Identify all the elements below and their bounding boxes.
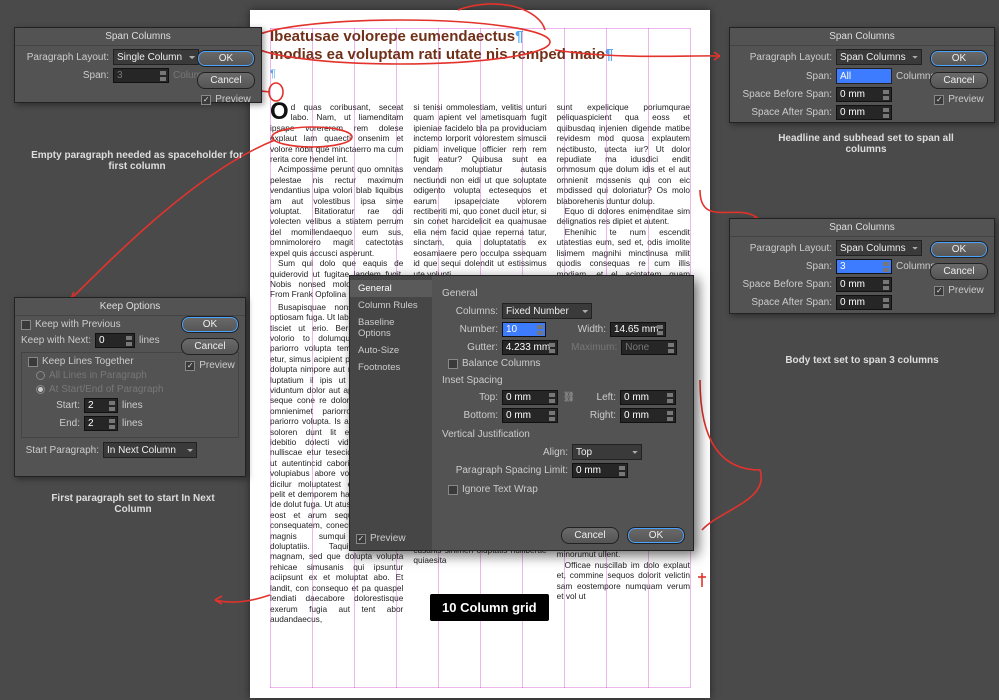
space-before-input[interactable]: 0 mm	[836, 87, 892, 102]
caption-2: First paragraph set to start In Next Col…	[38, 493, 228, 515]
panel-title: Span Columns	[730, 28, 994, 46]
columns-type-select[interactable]: Fixed Number	[502, 303, 592, 319]
tab-column-rules[interactable]: Column Rules	[350, 297, 432, 314]
caption-4: Body text set to span 3 columns	[777, 355, 947, 366]
start-paragraph-select[interactable]: In Next Column	[103, 442, 197, 458]
link-icon[interactable]: ⛓	[562, 392, 576, 403]
cancel-button[interactable]: Cancel	[930, 72, 988, 89]
para-spacing-input: 0 mm	[572, 463, 628, 478]
ok-button[interactable]: OK	[181, 316, 239, 333]
span-input[interactable]: 3	[836, 259, 892, 274]
ignore-wrap-checkbox[interactable]: Ignore Text Wrap	[448, 484, 538, 495]
annotation-label: 10 Column grid	[430, 594, 549, 621]
keep-options-panel[interactable]: Keep Options Keep with Previous Keep wit…	[14, 297, 246, 477]
panel-title: Span Columns	[15, 28, 261, 46]
paragraph-layout-label: Paragraph Layout:	[21, 52, 109, 63]
column-number-input[interactable]: 10	[502, 322, 546, 337]
align-select[interactable]: Top	[572, 444, 642, 460]
cancel-button[interactable]: Cancel	[561, 527, 619, 544]
space-before-input[interactable]: 0 mm	[836, 277, 892, 292]
tab-autosize[interactable]: Auto-Size	[350, 342, 432, 359]
paragraph-layout-select[interactable]: Span Columns	[836, 49, 922, 65]
gutter-input[interactable]: 4.233 mm	[502, 340, 558, 355]
span-columns-panel-3[interactable]: Span Columns Paragraph Layout:Span Colum…	[729, 218, 995, 314]
options-tab-list[interactable]: General Column Rules Baseline Options Au…	[350, 276, 432, 550]
space-after-input[interactable]: 0 mm	[836, 105, 892, 120]
caption-1: Empty paragraph needed as spaceholder fo…	[22, 150, 252, 172]
tab-general[interactable]: General	[350, 280, 432, 297]
preview-checkbox[interactable]: Preview	[185, 360, 235, 371]
ok-button[interactable]: OK	[930, 50, 988, 67]
span-value: 3	[113, 68, 169, 83]
section-heading: General	[442, 288, 683, 299]
cancel-button[interactable]: Cancel	[197, 72, 255, 89]
column-width-input[interactable]: 14.65 mm	[610, 322, 666, 337]
inset-left-input[interactable]: 0 mm	[620, 390, 676, 405]
ok-button[interactable]: OK	[627, 527, 685, 544]
preview-checkbox[interactable]: Preview	[356, 533, 406, 544]
span-select[interactable]: All	[836, 68, 892, 84]
paragraph-layout-select[interactable]: Single Column	[113, 49, 199, 65]
max-input: None	[621, 340, 677, 355]
panel-title: Span Columns	[730, 219, 994, 237]
caption-3: Headline and subhead set to span all col…	[761, 133, 971, 155]
span-label: Span:	[21, 70, 109, 81]
ok-button[interactable]: OK	[930, 241, 988, 258]
text-frame-options-dialog[interactable]: General Column Rules Baseline Options Au…	[349, 275, 694, 551]
panel-title: Keep Options	[15, 298, 245, 316]
tab-baseline[interactable]: Baseline Options	[350, 314, 432, 342]
span-columns-panel-2[interactable]: Span Columns Paragraph Layout:Span Colum…	[729, 27, 995, 123]
paragraph-layout-select[interactable]: Span Columns	[836, 240, 922, 256]
space-after-input[interactable]: 0 mm	[836, 295, 892, 310]
inset-right-input[interactable]: 0 mm	[620, 408, 676, 423]
keep-next-input[interactable]: 0	[95, 333, 135, 348]
inset-top-input[interactable]: 0 mm	[502, 390, 558, 405]
tab-footnotes[interactable]: Footnotes	[350, 359, 432, 376]
preview-checkbox[interactable]: Preview	[934, 285, 984, 296]
span-columns-panel-1[interactable]: Span Columns Paragraph Layout: Single Co…	[14, 27, 262, 103]
cancel-button[interactable]: Cancel	[181, 338, 239, 355]
inset-bottom-input[interactable]: 0 mm	[502, 408, 558, 423]
ok-button[interactable]: OK	[197, 50, 255, 67]
preview-checkbox[interactable]: Preview	[934, 94, 984, 105]
cancel-button[interactable]: Cancel	[930, 263, 988, 280]
keep-previous-checkbox[interactable]: Keep with Previous	[21, 319, 121, 330]
preview-checkbox[interactable]: Preview	[201, 94, 251, 105]
balance-columns-checkbox[interactable]: Balance Columns	[448, 358, 540, 369]
